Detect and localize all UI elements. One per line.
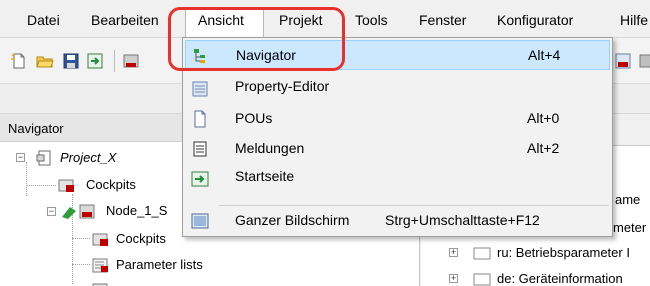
- menu-fenster[interactable]: Fenster: [419, 10, 466, 30]
- device-icon[interactable]: [122, 52, 140, 70]
- right-panel-row: ame: [615, 192, 641, 207]
- menu-projekt[interactable]: Projekt: [279, 10, 323, 30]
- menu-item-pous[interactable]: POUs Alt+0: [185, 104, 610, 134]
- menu-item-label: Startseite: [235, 168, 295, 184]
- startpage-arrow-icon: [191, 170, 209, 188]
- tree-expander[interactable]: −: [47, 207, 56, 216]
- menu-konfigurator[interactable]: Konfigurator: [497, 10, 573, 30]
- tree-item-label: Node_1_S: [106, 203, 168, 218]
- right-panel-row-label: de: Geräteinformation: [497, 271, 623, 286]
- menu-item-property-editor[interactable]: Property-Editor: [185, 74, 610, 104]
- import-icon[interactable]: [86, 52, 104, 70]
- messages-icon: [191, 140, 209, 158]
- tree-item-label: Project_X: [60, 150, 117, 165]
- toolbar-separator: [114, 50, 115, 72]
- cockpit-icon: [92, 231, 110, 247]
- menu-item-shortcut: Alt+2: [527, 140, 560, 156]
- menu-item-meldungen[interactable]: Meldungen Alt+2: [185, 134, 610, 164]
- menubar: Datei Bearbeiten Ansicht Projekt Tools F…: [0, 0, 650, 38]
- new-file-icon[interactable]: [10, 52, 28, 70]
- menu-item-label: Ganzer Bildschirm: [235, 212, 350, 228]
- config-icon[interactable]: [614, 52, 632, 70]
- node-device-icon: [60, 203, 95, 219]
- menu-item-label: Meldungen: [235, 140, 305, 156]
- menu-ansicht[interactable]: Ansicht: [198, 10, 244, 30]
- menu-item-navigator[interactable]: Navigator Alt+4: [185, 40, 610, 70]
- menu-tools[interactable]: Tools: [355, 10, 388, 30]
- menu-item-label: Property-Editor: [235, 78, 330, 94]
- save-icon[interactable]: [62, 52, 80, 70]
- menu-item-startseite[interactable]: Startseite: [185, 164, 610, 194]
- tree-expander[interactable]: +: [449, 274, 458, 283]
- menu-hilfe[interactable]: Hilfe: [620, 10, 648, 30]
- menu-bearbeiten[interactable]: Bearbeiten: [91, 10, 159, 30]
- fullscreen-icon: [191, 212, 209, 230]
- tree-connector: [72, 238, 90, 239]
- project-icon: [36, 150, 54, 166]
- pou-page-icon: [191, 110, 209, 128]
- tree-item-label: Cockpits: [86, 177, 136, 192]
- navigator-tree-icon: [192, 47, 210, 65]
- menu-item-shortcut: Strg+Umschalttaste+F12: [385, 212, 540, 228]
- menu-item-label: Navigator: [236, 47, 296, 63]
- tree-connector: [26, 185, 56, 186]
- tree-connector: [72, 264, 90, 265]
- tree-item-label: Cockpits: [116, 231, 166, 246]
- navigator-title: Navigator: [8, 121, 64, 136]
- menu-datei[interactable]: Datei: [27, 10, 60, 30]
- menu-item-shortcut: Alt+4: [528, 47, 561, 63]
- property-editor-icon: [191, 80, 209, 98]
- tree-connector: [26, 162, 27, 196]
- folder-icon: [92, 281, 110, 286]
- open-folder-icon[interactable]: [36, 52, 54, 70]
- menu-item-shortcut: Alt+0: [527, 110, 560, 126]
- tree-expander[interactable]: +: [449, 248, 458, 257]
- device-icon[interactable]: [638, 52, 650, 70]
- tree-item-label: Parameter lists: [116, 257, 203, 272]
- ansicht-dropdown-menu: Navigator Alt+4 Property-Editor POUs Alt…: [182, 37, 613, 237]
- cockpit-icon: [58, 177, 76, 193]
- menu-item-ganzer-bildschirm[interactable]: Ganzer Bildschirm Strg+Umschalttaste+F12: [185, 206, 610, 236]
- menu-item-label: POUs: [235, 110, 273, 126]
- tree-expander[interactable]: −: [16, 153, 25, 162]
- right-panel-row-label: ru: Betriebsparameter I: [497, 245, 630, 260]
- folder-icon: [473, 247, 491, 260]
- right-panel-row: meter: [613, 220, 647, 235]
- parameter-list-icon: [92, 257, 110, 273]
- folder-icon: [473, 273, 491, 286]
